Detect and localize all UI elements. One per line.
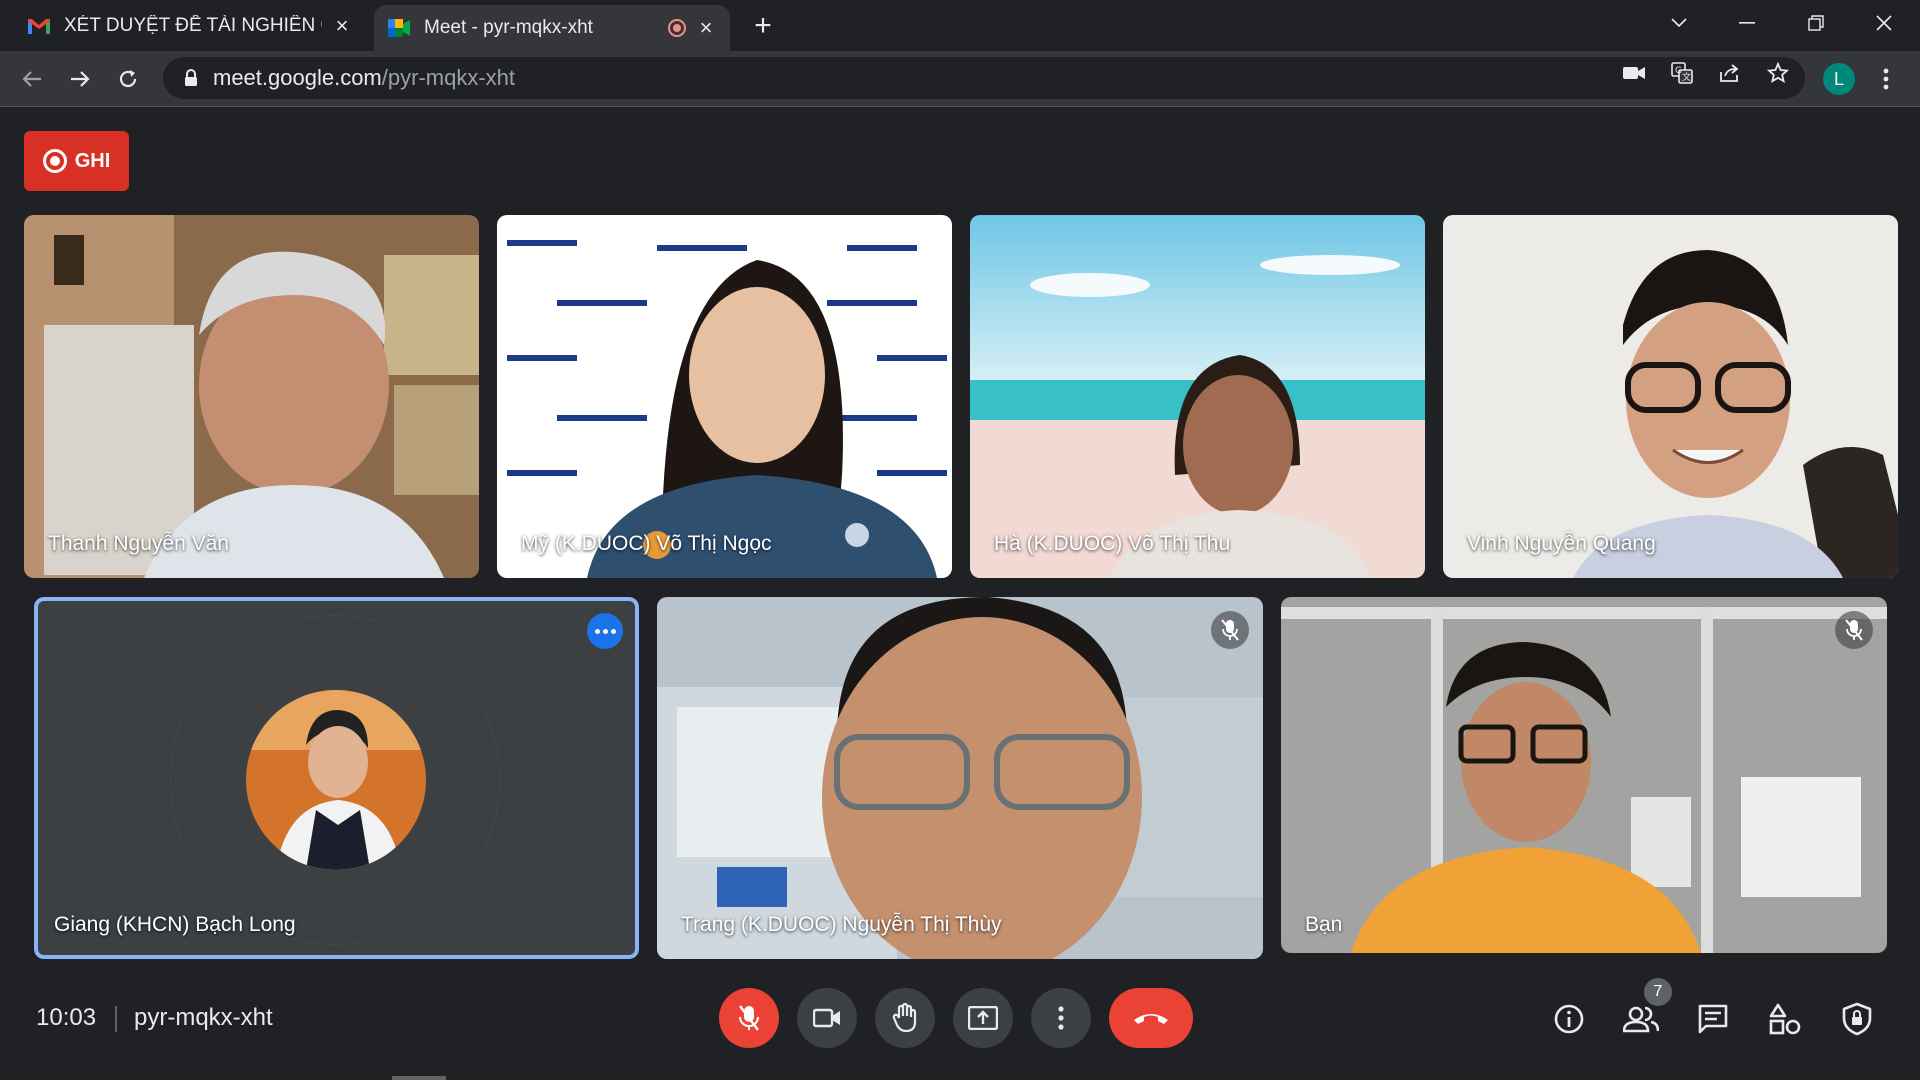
info-icon — [1554, 1004, 1584, 1034]
svg-text:文: 文 — [1682, 71, 1691, 83]
participant-name: Mỹ (K.DUOC) Võ Thị Ngọc — [521, 532, 772, 555]
tab-search-icon[interactable] — [1659, 8, 1699, 38]
new-tab-button[interactable]: + — [748, 11, 778, 42]
participant-tile[interactable]: Bạn — [1281, 597, 1887, 953]
divider — [115, 1006, 117, 1032]
close-tab-icon[interactable]: × — [332, 14, 352, 36]
browser-toolbar: meet.google.com/pyr-mqkx-xht G文 L — [0, 51, 1920, 107]
avatar — [246, 690, 426, 870]
people-button[interactable] — [1623, 1001, 1659, 1037]
participant-name: Vinh Nguyễn Quang — [1467, 532, 1656, 555]
people-count-badge: 7 — [1644, 978, 1672, 1006]
participant-name: Bạn — [1305, 913, 1343, 936]
close-tab-icon[interactable]: × — [696, 17, 716, 39]
muted-mic-icon — [1211, 611, 1249, 649]
profile-avatar[interactable]: L — [1823, 63, 1855, 95]
more-options-button[interactable] — [1031, 988, 1091, 1048]
participant-name: Trang (K.DUOC) Nguyễn Thị Thùy — [681, 913, 1002, 936]
participant-tile[interactable]: Hà (K.DUOC) Võ Thị Thu — [970, 215, 1425, 578]
more-options-button[interactable] — [587, 613, 623, 649]
participant-tile[interactable]: Giang (KHCN) Bạch Long — [34, 597, 639, 959]
recording-chip[interactable]: GHI — [24, 131, 129, 191]
scrollbar-thumb[interactable] — [392, 1076, 446, 1080]
participant-video — [497, 215, 952, 578]
participant-tile[interactable]: Trang (K.DUOC) Nguyễn Thị Thùy — [657, 597, 1263, 959]
meeting-code: pyr-mqkx-xht — [134, 1004, 273, 1031]
svg-text:G: G — [1675, 66, 1682, 76]
muted-mic-icon — [1835, 611, 1873, 649]
back-icon[interactable] — [16, 63, 48, 95]
hand-icon — [892, 1003, 917, 1033]
activities-button[interactable] — [1767, 1001, 1803, 1037]
lock-icon[interactable] — [181, 68, 201, 88]
participant-tile[interactable]: Mỹ (K.DUOC) Võ Thị Ngọc — [497, 215, 952, 578]
participant-video — [1281, 597, 1887, 953]
participant-name: Hà (K.DUOC) Võ Thị Thu — [994, 532, 1231, 555]
url-path: /pyr-mqkx-xht — [381, 65, 516, 90]
present-icon — [968, 1006, 998, 1030]
more-vert-icon — [1058, 1006, 1064, 1030]
chrome-menu-icon[interactable] — [1876, 63, 1896, 95]
tab-gmail[interactable]: XÉT DUYỆT ĐỀ TÀI NGHIÊN CỨU × — [14, 0, 366, 51]
participant-name: Thanh Nguyễn Văn — [48, 532, 229, 555]
participant-video — [657, 597, 1263, 959]
raise-hand-button[interactable] — [875, 988, 935, 1048]
forward-icon[interactable] — [64, 63, 96, 95]
camera-in-use-icon[interactable] — [1622, 61, 1646, 85]
meeting-time: 10:03 — [36, 1004, 97, 1031]
minimize-icon[interactable] — [1727, 8, 1767, 38]
microphone-toggle-button[interactable] — [719, 988, 779, 1048]
camera-toggle-button[interactable] — [797, 988, 857, 1048]
participant-video — [24, 215, 479, 578]
chat-button[interactable] — [1695, 1001, 1731, 1037]
present-screen-button[interactable] — [953, 988, 1013, 1048]
bookmark-star-icon[interactable] — [1766, 61, 1790, 85]
share-icon[interactable] — [1718, 61, 1742, 85]
shield-lock-icon — [1842, 1002, 1872, 1036]
gmail-icon — [28, 15, 50, 37]
address-bar[interactable]: meet.google.com/pyr-mqkx-xht — [163, 57, 1805, 99]
chat-icon — [1698, 1004, 1728, 1034]
tab-bar: XÉT DUYỆT ĐỀ TÀI NGHIÊN CỨU × Meet - pyr… — [0, 0, 1920, 51]
tab-meet[interactable]: Meet - pyr-mqkx-xht × — [374, 5, 730, 51]
meet-icon — [388, 17, 410, 39]
recording-indicator-icon — [668, 19, 686, 37]
meeting-details-button[interactable] — [1551, 1001, 1587, 1037]
mic-off-icon — [739, 1005, 759, 1031]
host-controls-button[interactable] — [1839, 1001, 1875, 1037]
record-icon — [42, 149, 67, 173]
url-text: meet.google.com/pyr-mqkx-xht — [213, 65, 515, 91]
close-window-icon[interactable] — [1864, 8, 1904, 38]
translate-icon[interactable]: G文 — [1670, 61, 1694, 85]
camera-icon — [813, 1008, 840, 1028]
participant-video — [1443, 215, 1898, 578]
shapes-icon — [1769, 1003, 1801, 1035]
people-icon — [1623, 1006, 1659, 1033]
url-host: meet.google.com — [213, 65, 382, 90]
reload-icon[interactable] — [112, 63, 144, 95]
participant-tile[interactable]: Vinh Nguyễn Quang — [1443, 215, 1898, 578]
leave-call-button[interactable] — [1109, 988, 1193, 1048]
recording-label: GHI — [74, 149, 111, 172]
tab-title: Meet - pyr-mqkx-xht — [424, 17, 593, 38]
participant-name: Giang (KHCN) Bạch Long — [54, 913, 296, 936]
hang-up-icon — [1134, 1014, 1168, 1024]
restore-icon[interactable] — [1796, 8, 1836, 38]
participant-video — [970, 215, 1425, 578]
participant-tile[interactable]: Thanh Nguyễn Văn — [24, 215, 479, 578]
tab-title: XÉT DUYỆT ĐỀ TÀI NGHIÊN CỨU — [64, 14, 322, 36]
